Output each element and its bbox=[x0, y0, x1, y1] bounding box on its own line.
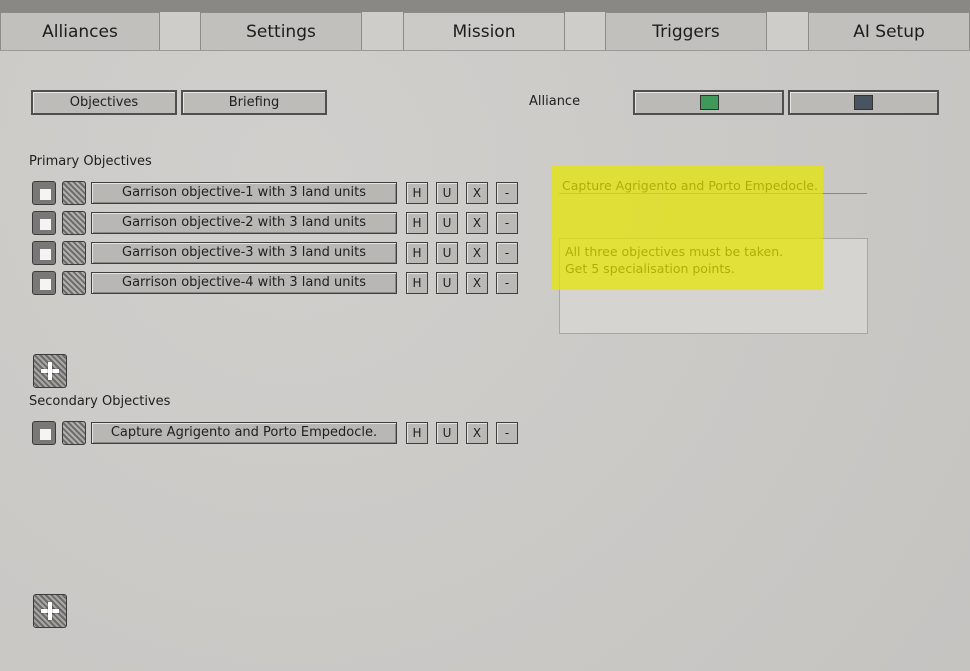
tab-mission[interactable]: Mission bbox=[403, 12, 565, 52]
objective-icon-slot[interactable] bbox=[62, 211, 86, 235]
h-button[interactable]: H bbox=[406, 242, 428, 264]
description-line: All three objectives must be taken. bbox=[565, 244, 784, 259]
alliance-grey-swatch bbox=[854, 95, 873, 110]
u-button[interactable]: U bbox=[436, 182, 458, 204]
u-button[interactable]: U bbox=[436, 272, 458, 294]
tab-alliances[interactable]: Alliances bbox=[0, 12, 160, 50]
tab-triggers[interactable]: Triggers bbox=[605, 12, 767, 50]
u-button[interactable]: U bbox=[436, 422, 458, 444]
remove-button[interactable]: - bbox=[496, 242, 518, 264]
u-button[interactable]: U bbox=[436, 242, 458, 264]
objective-field[interactable]: Garrison objective-1 with 3 land units bbox=[91, 182, 397, 204]
top-strip bbox=[0, 0, 970, 12]
objective-field[interactable]: Capture Agrigento and Porto Empedocle. bbox=[91, 422, 397, 444]
remove-button[interactable]: - bbox=[496, 212, 518, 234]
x-button[interactable]: X bbox=[466, 242, 488, 264]
objective-checkbox[interactable] bbox=[32, 211, 56, 235]
objective-checkbox[interactable] bbox=[32, 181, 56, 205]
h-button[interactable]: H bbox=[406, 272, 428, 294]
alliance-grey-button[interactable] bbox=[788, 90, 939, 115]
alliance-green-swatch bbox=[700, 95, 719, 110]
secondary-objectives-heading: Secondary Objectives bbox=[29, 394, 171, 409]
remove-button[interactable]: - bbox=[496, 182, 518, 204]
x-button[interactable]: X bbox=[466, 272, 488, 294]
u-button[interactable]: U bbox=[436, 212, 458, 234]
objective-checkbox[interactable] bbox=[32, 421, 56, 445]
objective-icon-slot[interactable] bbox=[62, 241, 86, 265]
h-button[interactable]: H bbox=[406, 182, 428, 204]
mission-panel bbox=[0, 50, 970, 671]
objective-field[interactable]: Garrison objective-4 with 3 land units bbox=[91, 272, 397, 294]
x-button[interactable]: X bbox=[466, 182, 488, 204]
primary-objectives-heading: Primary Objectives bbox=[29, 154, 152, 169]
x-button[interactable]: X bbox=[466, 422, 488, 444]
objective-icon-slot[interactable] bbox=[62, 181, 86, 205]
tab-settings[interactable]: Settings bbox=[200, 12, 362, 50]
alliance-green-button[interactable] bbox=[633, 90, 784, 115]
objective-field[interactable]: Garrison objective-2 with 3 land units bbox=[91, 212, 397, 234]
x-button[interactable]: X bbox=[466, 212, 488, 234]
objective-title-input[interactable]: Capture Agrigento and Porto Empedocle. bbox=[559, 178, 867, 194]
alliance-label: Alliance bbox=[529, 94, 581, 109]
h-button[interactable]: H bbox=[406, 422, 428, 444]
objectives-subtab[interactable]: Objectives bbox=[31, 90, 177, 115]
objective-icon-slot[interactable] bbox=[62, 421, 86, 445]
objective-field[interactable]: Garrison objective-3 with 3 land units bbox=[91, 242, 397, 264]
objective-checkbox[interactable] bbox=[32, 271, 56, 295]
tab-ai-setup[interactable]: AI Setup bbox=[808, 12, 970, 50]
briefing-subtab[interactable]: Briefing bbox=[181, 90, 327, 115]
objective-description-textarea[interactable]: All three objectives must be taken. Get … bbox=[559, 238, 868, 334]
description-line: Get 5 specialisation points. bbox=[565, 261, 735, 276]
add-primary-objective-button[interactable] bbox=[33, 354, 67, 388]
remove-button[interactable]: - bbox=[496, 272, 518, 294]
objective-icon-slot[interactable] bbox=[62, 271, 86, 295]
add-secondary-objective-button[interactable] bbox=[33, 594, 67, 628]
remove-button[interactable]: - bbox=[496, 422, 518, 444]
h-button[interactable]: H bbox=[406, 212, 428, 234]
objective-checkbox[interactable] bbox=[32, 241, 56, 265]
